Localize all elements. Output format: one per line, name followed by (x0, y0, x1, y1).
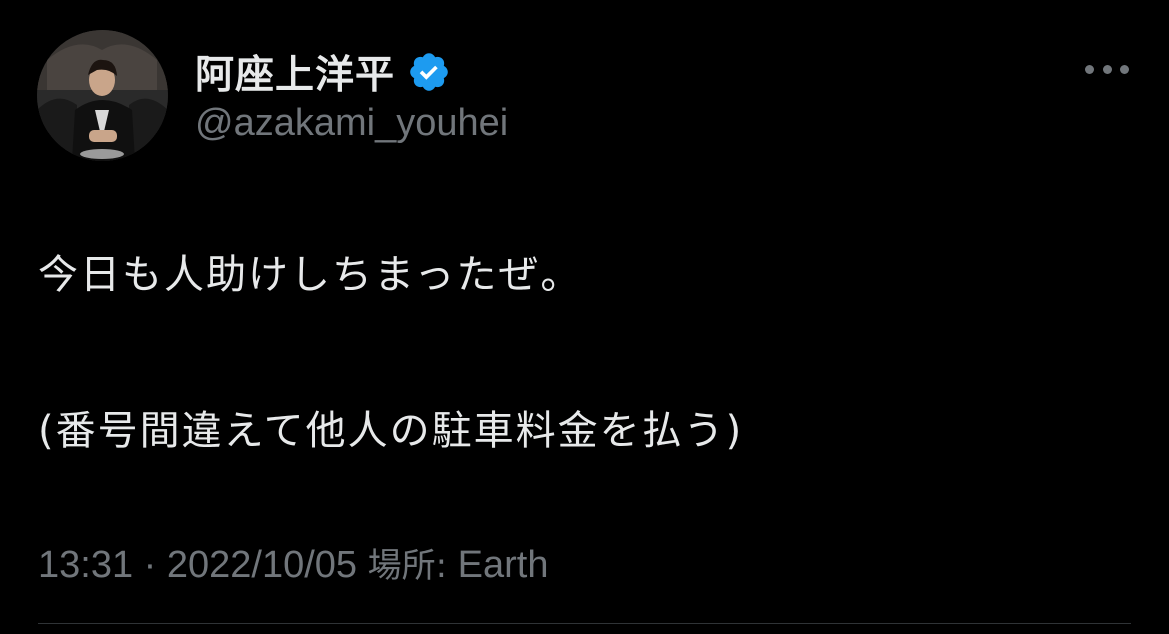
display-name[interactable]: 阿座上洋平 (195, 44, 395, 100)
more-horizontal-icon[interactable] (1085, 52, 1129, 86)
tweet-meta: 13:31 · 2022/10/05 場所: Earth (38, 538, 548, 587)
meta-separator: · (143, 544, 157, 586)
tweet-date[interactable]: 2022/10/05 (167, 544, 357, 586)
tweet-text-line: (番号間違えて他人の駐車料金を払う) (38, 408, 744, 454)
verified-badge-icon (407, 50, 451, 94)
profile-photo (37, 30, 168, 161)
tweet: 阿座上洋平 @azakami_youhei 今日も人助けしちまったぜ。 (番号間… (0, 0, 1169, 634)
tweet-time[interactable]: 13:31 (38, 544, 133, 586)
more-dot (1120, 64, 1129, 74)
location-label: 場所: (367, 546, 448, 586)
author-name-row[interactable]: 阿座上洋平 (195, 42, 451, 102)
divider (38, 623, 1131, 624)
more-dot (1102, 64, 1112, 74)
handle[interactable]: @azakami_youhei (195, 102, 508, 145)
avatar[interactable] (37, 30, 168, 161)
location-value[interactable]: Earth (458, 544, 549, 586)
more-dot (1085, 64, 1094, 74)
tweet-text-line: 今日も人助けしちまったぜ。 (38, 252, 583, 298)
